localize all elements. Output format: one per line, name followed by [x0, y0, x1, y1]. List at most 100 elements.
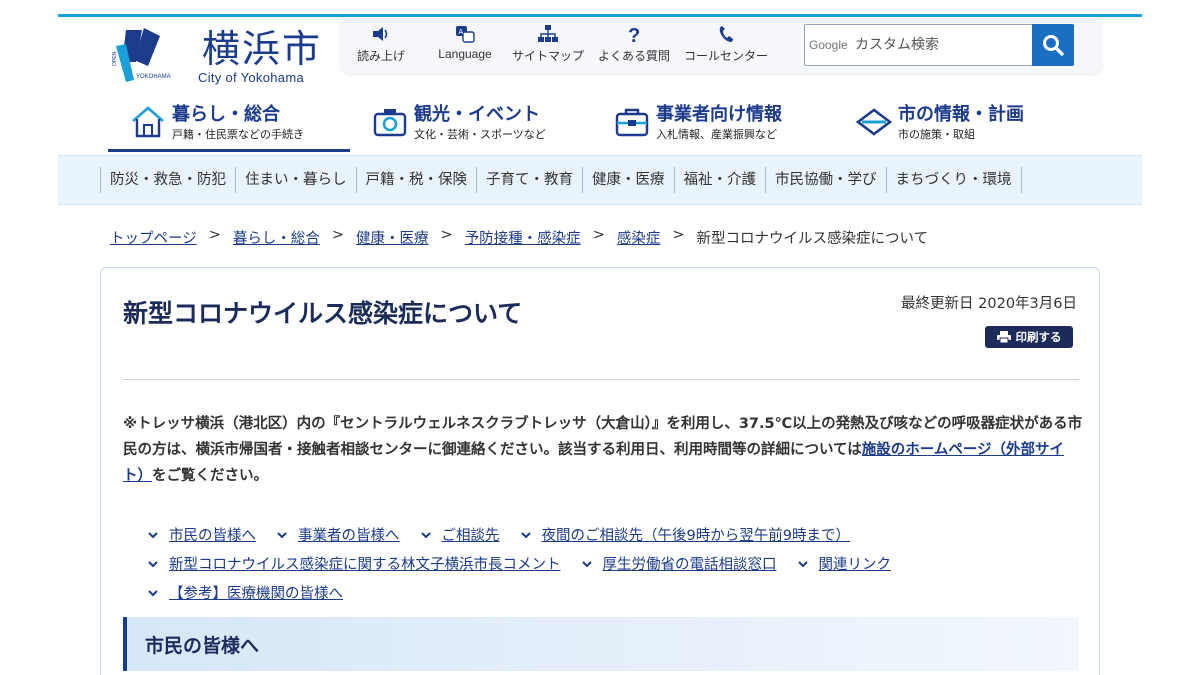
nav-title: 事業者向け情報 — [656, 104, 782, 125]
anchor-link[interactable]: 新型コロナウイルス感染症に関する林文子横浜市長コメント — [147, 553, 561, 574]
language-icon: A — [456, 26, 475, 43]
print-button[interactable]: 印刷する — [985, 326, 1073, 348]
nav-subtitle: 戸籍・住民票などの手続き — [172, 128, 304, 141]
camera-icon — [373, 109, 407, 137]
chevron-down-icon — [520, 531, 531, 538]
utility-label: Language — [438, 47, 492, 61]
svg-text:?: ? — [628, 25, 640, 44]
site-search: Google — [804, 24, 1074, 66]
breadcrumb-separator: > — [208, 227, 221, 243]
section-heading-text: 市民の皆様へ — [145, 635, 260, 657]
category-civic[interactable]: 市民協働・学び — [765, 167, 886, 193]
breadcrumb-separator: > — [331, 227, 345, 243]
notice-paragraph: ※トレッサ横浜（港北区）内の『セントラルウェルネスクラブトレッサ（大倉山）』を利… — [123, 411, 1083, 489]
anchor-link[interactable]: 市民の皆様へ — [147, 524, 256, 545]
anchor-link[interactable]: 【参考】医療機関の皆様へ — [147, 582, 343, 603]
anchor-link[interactable]: 関連リンク — [797, 553, 892, 574]
breadcrumb-separator: > — [440, 227, 453, 243]
anchor-row: 【参考】医療機関の皆様へ — [147, 578, 1077, 607]
chevron-down-icon — [148, 560, 158, 567]
printer-icon — [996, 331, 1011, 343]
nav-city-info[interactable]: 市の情報・計画 市の施策・取組 — [834, 96, 1088, 152]
breadcrumb-link[interactable]: 暮らし・総合 — [233, 227, 320, 248]
category-urban[interactable]: まちづくり・環境 — [885, 167, 1022, 193]
notice-tail: をご覧ください。 — [152, 468, 268, 484]
anchor-label: ご相談先 — [441, 528, 500, 544]
logo-kanji: 横浜市 — [202, 27, 323, 71]
nav-title: 暮らし・総合 — [172, 104, 280, 125]
category-welfare[interactable]: 福祉・介護 — [673, 167, 766, 193]
anchor-label: 事業者の皆様へ — [298, 528, 400, 544]
chevron-down-icon — [420, 531, 431, 538]
page-anchor-list: 市民の皆様へ 事業者の皆様へ ご相談先 夜間のご相談先（午後9時から翌午前9時ま… — [147, 520, 1077, 607]
utility-call-center[interactable]: コールセンター — [680, 24, 772, 64]
category-childcare[interactable]: 子育て・教育 — [476, 167, 582, 193]
nav-title: 市の情報・計画 — [898, 104, 1024, 125]
breadcrumb-current: 新型コロナウイルス感染症について — [696, 231, 929, 247]
logo-yokohama-text: YOKOHAMA — [136, 74, 171, 80]
category-housing[interactable]: 住まい・暮らし — [235, 167, 356, 193]
section-heading-residents: 市民の皆様へ — [123, 617, 1079, 671]
phone-icon — [719, 26, 733, 42]
category-disaster[interactable]: 防災・救急・防犯 — [100, 167, 235, 193]
breadcrumb-separator: > — [672, 227, 685, 243]
utility-label: サイトマップ — [511, 49, 584, 63]
title-divider — [123, 379, 1079, 380]
logo-english: City of Yokohama — [198, 70, 304, 85]
breadcrumb-link[interactable]: 感染症 — [617, 227, 661, 248]
utility-label: コールセンター — [683, 49, 768, 63]
anchor-row: 市民の皆様へ 事業者の皆様へ ご相談先 夜間のご相談先（午後9時から翌午前9時ま… — [147, 520, 1077, 549]
main-navigation: 暮らし・総合 戸籍・住民票などの手続き 観光・イベント 文化・芸術・スポーツなど… — [108, 96, 1088, 152]
nav-tourism[interactable]: 観光・イベント 文化・芸術・スポーツなど — [350, 96, 592, 152]
category-bar: 防災・救急・防犯 住まい・暮らし 戸籍・税・保険 子育て・教育 健康・医療 福祉… — [58, 155, 1142, 205]
search-input[interactable] — [805, 25, 1033, 65]
utility-sitemap[interactable]: サイトマップ — [508, 24, 588, 64]
sitemap-icon — [538, 25, 558, 42]
open-yokohama-logo-icon: OPEN YOKOHAMA — [112, 28, 171, 82]
anchor-link[interactable]: 厚生労働省の電話相談窓口 — [581, 553, 777, 574]
chevron-down-icon — [148, 589, 158, 596]
nav-subtitle: 入札情報、産業振興など — [656, 128, 777, 141]
utility-label: 読み上げ — [356, 49, 405, 63]
breadcrumb-link[interactable]: 健康・医療 — [356, 227, 429, 248]
anchor-label: 新型コロナウイルス感染症に関する林文子横浜市長コメント — [169, 557, 561, 573]
city-logo[interactable]: OPEN YOKOHAMA 横浜市 City of Yokohama — [108, 26, 323, 90]
nav-subtitle: 文化・芸術・スポーツなど — [414, 128, 546, 141]
search-icon — [1043, 35, 1064, 56]
anchor-label: 厚生労働省の電話相談窓口 — [602, 557, 777, 573]
anchor-link[interactable]: 事業者の皆様へ — [276, 524, 400, 545]
anchor-row: 新型コロナウイルス感染症に関する林文子横浜市長コメント 厚生労働省の電話相談窓口… — [147, 549, 1077, 578]
nav-business[interactable]: 事業者向け情報 入札情報、産業振興など — [592, 96, 834, 152]
anchor-link[interactable]: 夜間のご相談先（午後9時から翌午前9時まで） — [520, 524, 850, 545]
utility-language[interactable]: A Language — [430, 24, 500, 61]
speaker-icon — [373, 27, 388, 41]
print-label: 印刷する — [1015, 330, 1062, 344]
anchor-link[interactable]: ご相談先 — [420, 524, 500, 545]
anchor-label: 市民の皆様へ — [169, 528, 256, 544]
category-list: 防災・救急・防犯 住まい・暮らし 戸籍・税・保険 子育て・教育 健康・医療 福祉… — [100, 167, 1022, 193]
nav-subtitle: 市の施策・取組 — [898, 128, 975, 141]
content-card: 新型コロナウイルス感染症について 最終更新日 2020年3月6日 印刷する ※ト… — [100, 267, 1100, 675]
svg-text:A: A — [459, 29, 464, 36]
question-icon: ? — [628, 25, 640, 44]
chevron-down-icon — [148, 531, 158, 538]
category-registry-tax[interactable]: 戸籍・税・保険 — [355, 167, 477, 193]
utility-label: よくある質問 — [597, 49, 670, 63]
nav-title: 観光・イベント — [414, 104, 540, 125]
breadcrumb: トップページ > 暮らし・総合 > 健康・医療 > 予防接種・感染症 > 感染症… — [110, 227, 928, 248]
briefcase-icon — [615, 108, 649, 137]
breadcrumb-link[interactable]: トップページ — [110, 227, 197, 248]
last-updated: 最終更新日 2020年3月6日 — [901, 296, 1077, 312]
breadcrumb-link[interactable]: 予防接種・感染症 — [465, 227, 581, 248]
utility-read-aloud[interactable]: 読み上げ — [350, 24, 412, 64]
chevron-down-icon — [581, 560, 592, 567]
category-health[interactable]: 健康・医療 — [582, 167, 674, 193]
search-button[interactable] — [1032, 24, 1074, 66]
top-accent-rule — [58, 14, 1142, 17]
nav-living[interactable]: 暮らし・総合 戸籍・住民票などの手続き — [108, 96, 350, 152]
chevron-down-icon — [277, 531, 287, 538]
utility-faq[interactable]: ? よくある質問 — [594, 24, 674, 64]
anchor-label: 関連リンク — [818, 557, 892, 573]
diamond-icon — [856, 108, 892, 136]
anchor-label: 【参考】医療機関の皆様へ — [169, 586, 343, 602]
